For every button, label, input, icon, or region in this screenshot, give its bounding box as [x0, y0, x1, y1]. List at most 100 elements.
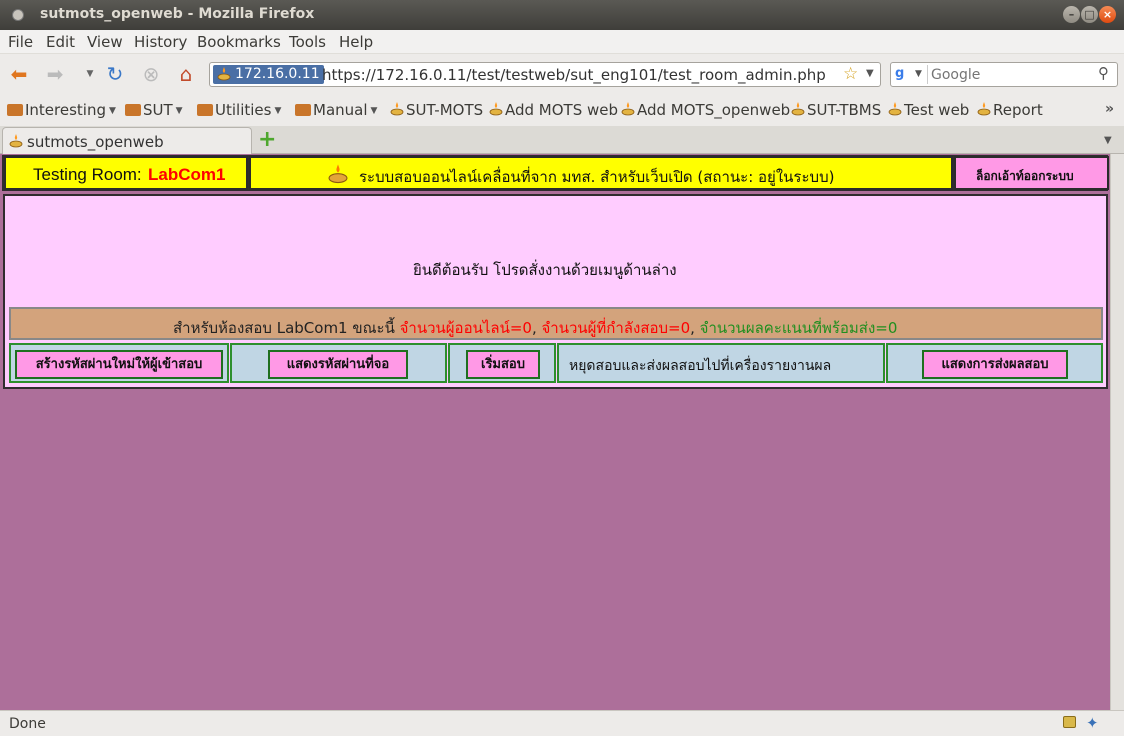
bookmark-sut-mots[interactable]: SUT-MOTS	[389, 101, 483, 119]
bookmark-label: Add MOTS web	[505, 101, 619, 119]
chevron-down-icon: ▼	[109, 106, 116, 116]
system-title: ระบบสอบออนไลน์เคลื่อนที่จาก มทส. สำหรับเ…	[359, 168, 835, 186]
chevron-down-icon: ▼	[370, 106, 378, 116]
search-divider	[927, 65, 928, 84]
lamp-icon	[888, 102, 902, 116]
show-password-button[interactable]: แสดงรหัสผ่านที่จอ	[268, 350, 408, 379]
menu-bookmarks[interactable]: Bookmarks	[197, 33, 281, 51]
testing-room-label: Testing Room:	[33, 165, 142, 184]
lamp-icon	[621, 102, 635, 116]
bookmark-label: SUT-MOTS	[406, 101, 484, 119]
system-title-cell: ระบบสอบออนไลน์เคลื่อนที่จาก มทส. สำหรับเ…	[249, 156, 953, 190]
action-row: สร้างรหัสผ่านใหม่ให้ผู้เข้าสอบ แสดงรหัสผ…	[9, 343, 1103, 383]
room-status-row: สำหรับห้องสอบ LabCom1 ขณะนี้ จำนวนผู้ออน…	[9, 307, 1103, 340]
menu-history[interactable]: History	[134, 33, 187, 51]
bookmark-label: Interesting	[25, 101, 106, 119]
bookmarks-toolbar: Interesting ▼ SUT ▼ Utilities ▼ Manual ▼ SUT…	[0, 94, 1124, 126]
padlock-icon[interactable]	[1063, 716, 1076, 728]
show-send-status-button[interactable]: แสดงการส่งผลสอบ	[922, 350, 1068, 379]
addon-status-icon[interactable]: ✦	[1086, 714, 1099, 732]
window-menu-icon[interactable]	[12, 9, 24, 21]
search-bar[interactable]: g ▼ ⚲	[890, 62, 1118, 87]
action-cell: หยุดสอบและส่งผลสอบไปที่เครื่องรายงานผล	[557, 343, 885, 383]
lamp-icon	[977, 102, 991, 116]
menu-tools[interactable]: Tools	[289, 33, 326, 51]
home-icon[interactable]: ⌂	[174, 62, 198, 86]
folder-icon	[295, 104, 311, 116]
bookmark-label: Manual	[313, 101, 368, 119]
bookmark-folder-utilities[interactable]: Utilities ▼	[197, 101, 281, 119]
maximize-button[interactable]: □	[1081, 6, 1098, 23]
status-text: Done	[9, 716, 46, 732]
lamp-favicon-icon	[9, 134, 23, 148]
url-text[interactable]: https://172.16.0.11/test/testweb/sut_eng…	[322, 66, 826, 84]
lamp-icon	[791, 102, 805, 116]
room-name: LabCom1	[148, 165, 226, 184]
window-title: sutmots_openweb - Mozilla Firefox	[40, 6, 315, 22]
menu-edit[interactable]: Edit	[46, 33, 75, 51]
lamp-logo-icon	[328, 164, 348, 184]
tab-bar: sutmots_openweb + ▼	[0, 126, 1124, 154]
close-window-button[interactable]: ×	[1099, 6, 1116, 23]
menu-view[interactable]: View	[87, 33, 123, 51]
create-password-button[interactable]: สร้างรหัสผ่านใหม่ให้ผู้เข้าสอบ	[15, 350, 223, 379]
bookmark-add-mots-openweb[interactable]: Add MOTS_openweb	[620, 101, 790, 119]
bookmark-label: Add MOTS_openweb	[637, 101, 791, 119]
site-identity-button[interactable]: 172.16.0.11	[213, 65, 324, 84]
bookmark-label: Test web	[904, 101, 970, 119]
vertical-scrollbar[interactable]	[1110, 154, 1124, 710]
page-content: Testing Room: LabCom1 ระบบสอบออนไลน์เคลื…	[0, 154, 1110, 710]
testing-count: จำนวนผู้ที่กำลังสอบ=0	[541, 319, 691, 337]
list-all-tabs-icon[interactable]: ▼	[1104, 135, 1112, 146]
status-bar: Done ✦	[0, 710, 1124, 736]
forward-icon[interactable]: ➡	[43, 62, 67, 86]
bookmark-folder-interesting[interactable]: Interesting ▼	[7, 101, 116, 119]
bookmark-label: Report	[993, 101, 1043, 119]
search-engine-icon[interactable]: g	[895, 66, 911, 82]
bookmark-folder-manual[interactable]: Manual ▼	[295, 101, 377, 119]
start-test-button[interactable]: เริ่มสอบ	[466, 350, 540, 379]
url-dropdown-icon[interactable]: ▼	[866, 68, 874, 79]
reload-icon[interactable]: ↻	[103, 62, 127, 86]
bookmark-folder-sut[interactable]: SUT ▼	[125, 101, 183, 119]
bookmark-sut-tbms[interactable]: SUT-TBMS	[790, 101, 881, 119]
action-cell: แสดงรหัสผ่านที่จอ	[230, 343, 447, 383]
window-titlebar: sutmots_openweb - Mozilla Firefox – □ ×	[0, 0, 1124, 30]
scores-ready-count: จำนวนผลคะแนนที่พร้อมส่ง=0	[699, 319, 898, 337]
menu-help[interactable]: Help	[339, 33, 373, 51]
lamp-icon	[390, 102, 404, 116]
bookmark-add-mots-web[interactable]: Add MOTS web	[488, 101, 618, 119]
logout-label: ล็อกเอ้าท์ออกระบบ	[976, 169, 1074, 183]
bookmarks-overflow-icon[interactable]: »	[1105, 101, 1114, 117]
bookmark-test-web[interactable]: Test web	[887, 101, 969, 119]
status-prefix: สำหรับห้องสอบ LabCom1 ขณะนี้	[173, 319, 400, 337]
site-identity-label: 172.16.0.11	[235, 66, 320, 82]
chevron-down-icon: ▼	[274, 106, 282, 116]
bookmark-star-icon[interactable]: ☆	[843, 64, 858, 84]
chevron-down-icon: ▼	[175, 106, 183, 116]
stop-and-send-action[interactable]: หยุดสอบและส่งผลสอบไปที่เครื่องรายงานผล	[569, 355, 831, 377]
stop-icon[interactable]: ⊗	[139, 62, 163, 86]
search-engine-dropdown-icon[interactable]: ▼	[915, 69, 922, 79]
history-dropdown-icon[interactable]: ▼	[78, 62, 102, 86]
lamp-favicon-icon	[217, 67, 231, 81]
tab-sutmots-openweb[interactable]: sutmots_openweb	[2, 127, 252, 154]
bookmark-label: SUT-TBMS	[807, 101, 882, 119]
search-icon[interactable]: ⚲	[1098, 64, 1109, 82]
back-icon[interactable]: ⬅	[7, 62, 31, 86]
url-bar[interactable]: 172.16.0.11 https://172.16.0.11/test/tes…	[209, 62, 881, 87]
bookmark-label: SUT	[143, 101, 173, 119]
action-cell: แสดงการส่งผลสอบ	[886, 343, 1103, 383]
bookmark-report[interactable]: Report	[976, 101, 1043, 119]
lamp-icon	[489, 102, 503, 116]
logout-button[interactable]: ล็อกเอ้าท์ออกระบบ	[954, 156, 1109, 190]
new-tab-plus-icon[interactable]: +	[258, 129, 276, 151]
menu-file[interactable]: File	[8, 33, 33, 51]
bookmark-label: Utilities	[215, 101, 272, 119]
minimize-button[interactable]: –	[1063, 6, 1080, 23]
welcome-message: ยินดีต้อนรับ โปรดสั่งงานด้วยเมนูด้านล่าง	[413, 261, 677, 279]
tab-label: sutmots_openweb	[27, 133, 164, 151]
search-input[interactable]	[931, 65, 1091, 84]
online-count: จำนวนผู้ออนไลน์=0	[399, 319, 532, 337]
folder-icon	[125, 104, 141, 116]
